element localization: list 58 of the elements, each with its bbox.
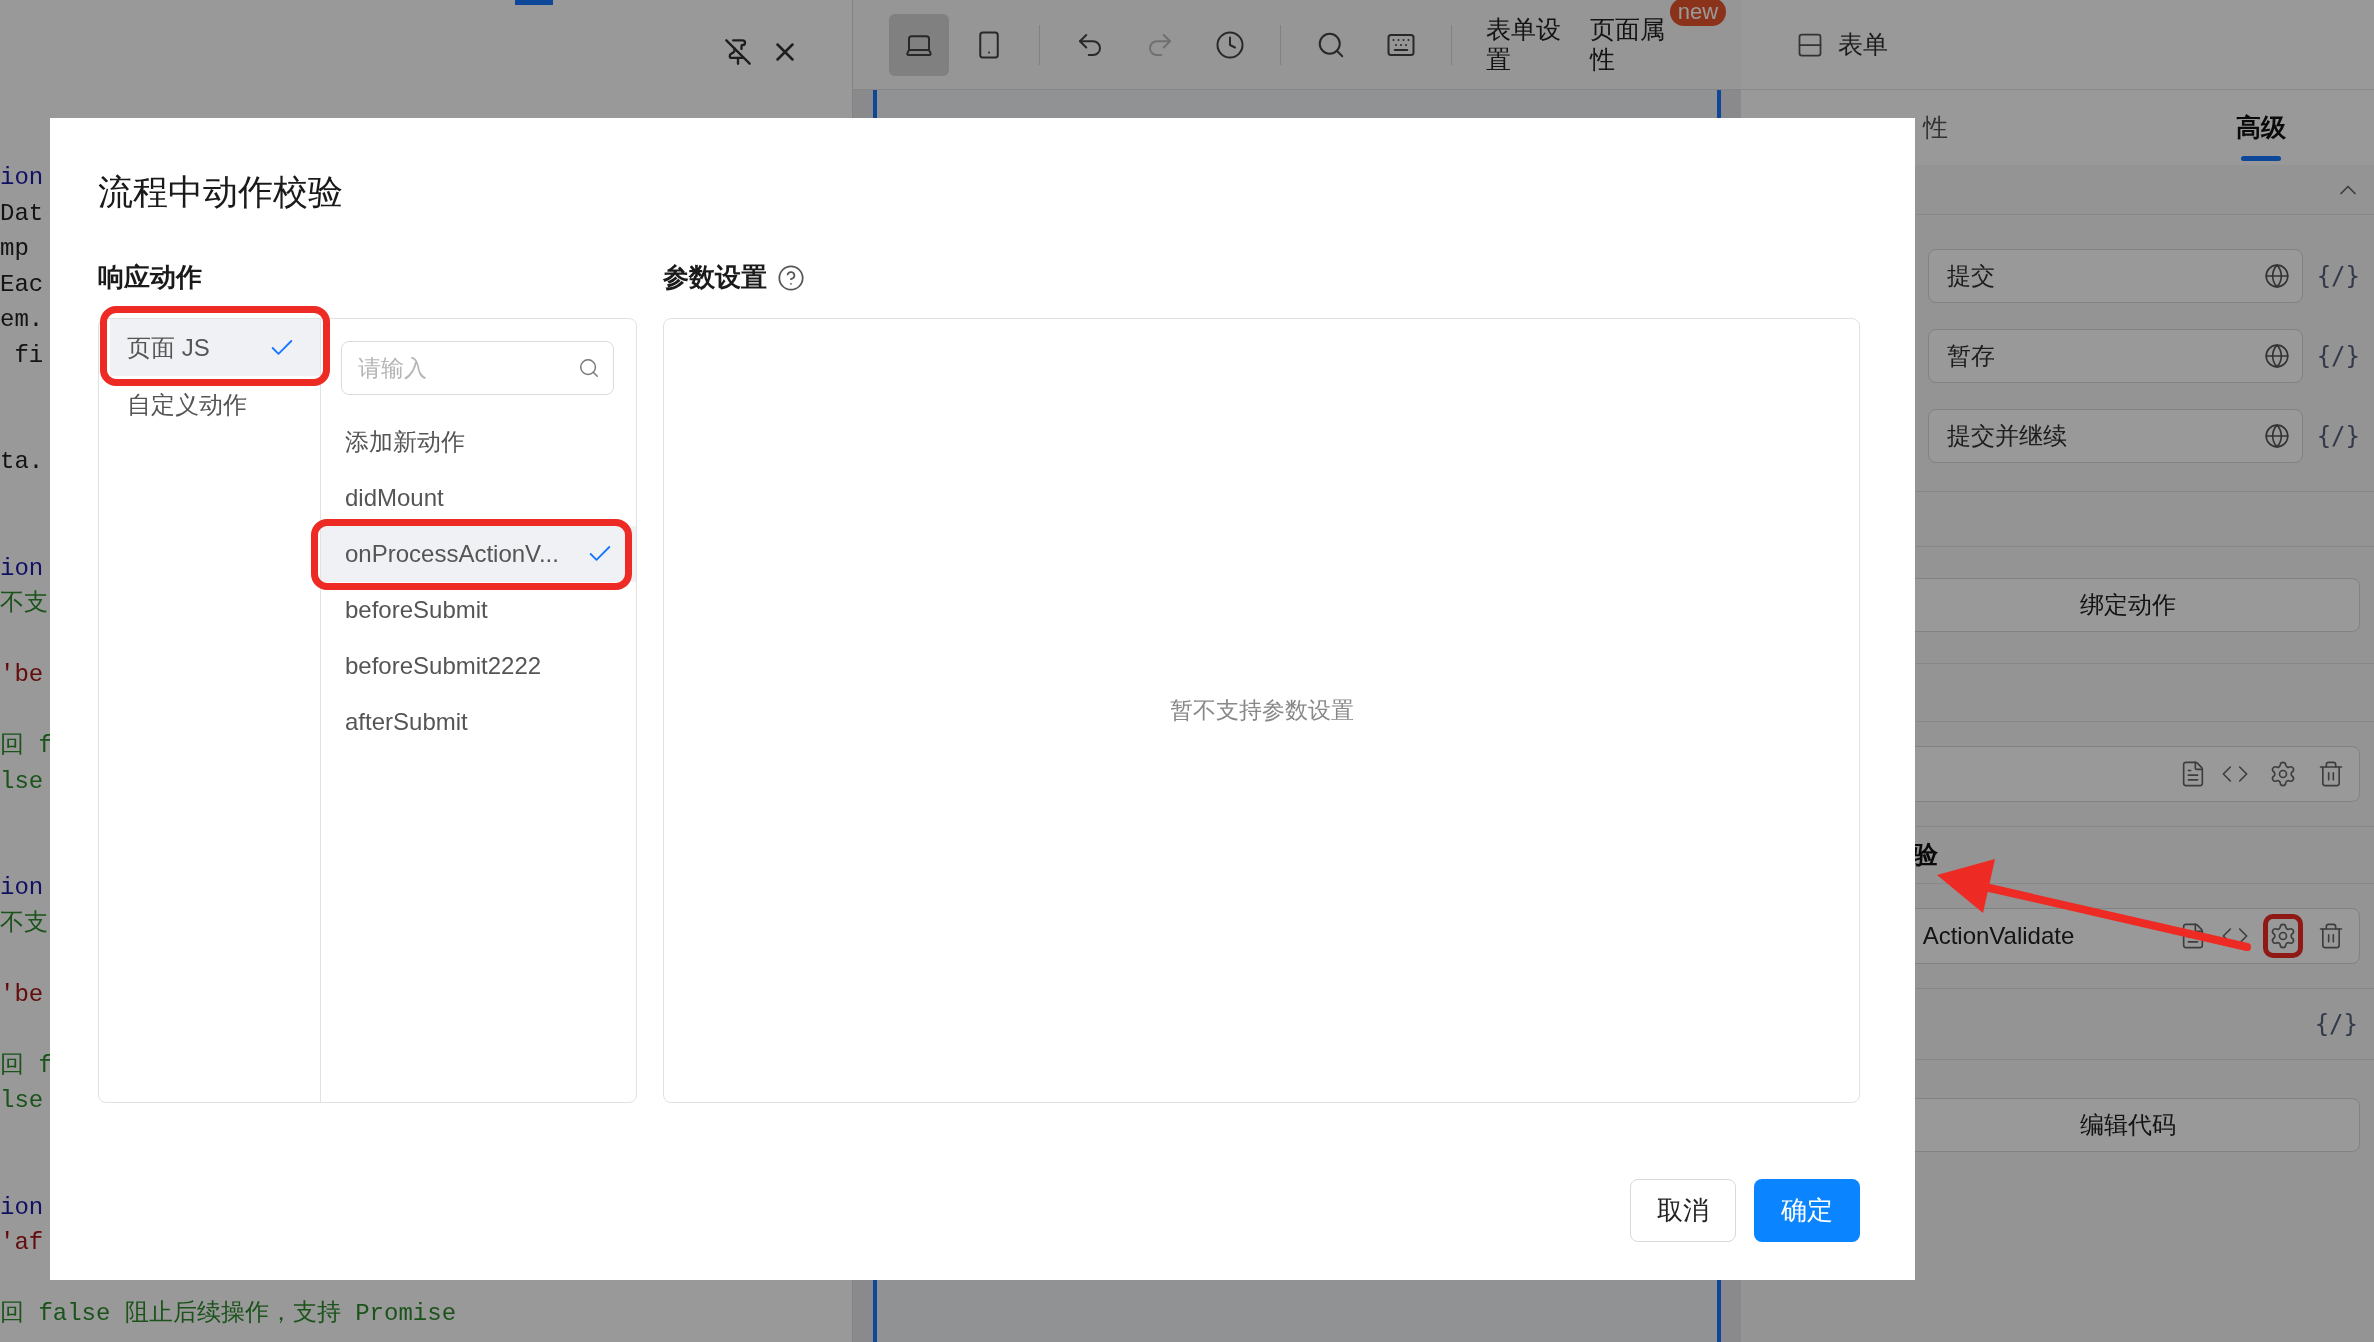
text-field[interactable]: 提交 <box>1927 249 2303 303</box>
code-toggle[interactable]: {/} <box>2314 1006 2358 1042</box>
action-item[interactable]: beforeSubmit <box>321 582 636 638</box>
code-line: ta. <box>0 448 44 475</box>
globe-icon[interactable] <box>2263 423 2290 449</box>
section-label: 参数设置 <box>663 261 767 294</box>
toolbar-button[interactable] <box>888 13 949 76</box>
code-line: Dat <box>0 199 44 227</box>
category-item[interactable]: 自定义动作 <box>110 376 320 433</box>
action-item[interactable]: beforeSubmit2222 <box>321 638 636 694</box>
action-item[interactable]: onProcessActionV... <box>321 526 636 582</box>
confirm-button[interactable]: 确定 <box>1754 1179 1860 1242</box>
panel-tab[interactable]: 高级 <box>2148 90 2374 165</box>
clock-icon <box>1214 29 1245 60</box>
dialog-title: 流程中动作校验 <box>98 172 343 211</box>
code-line: 'be <box>0 980 44 1008</box>
code-line: 'af <box>0 1229 44 1256</box>
globe-icon[interactable] <box>2263 343 2290 369</box>
text-field[interactable]: 提交并继续 <box>1927 409 2303 463</box>
code-line: fi <box>13 341 44 369</box>
settings-icon[interactable] <box>2269 760 2297 788</box>
code-line: 回 false 阻止后续操作，支持 Promise <box>0 1300 457 1327</box>
code-toggle[interactable]: {/} <box>2316 258 2360 294</box>
code-line: ion <box>0 1193 44 1221</box>
code-line: lse <box>0 767 44 795</box>
code-line: em. <box>0 306 44 333</box>
globe-icon[interactable] <box>2263 263 2290 289</box>
category-item[interactable]: 页面 JS <box>110 319 320 376</box>
code-line: mp <box>0 235 29 262</box>
unpin-icon[interactable] <box>723 38 752 66</box>
code-line: Eac <box>0 270 44 298</box>
settings-icon[interactable] <box>2269 922 2297 950</box>
code-line: lse <box>0 1087 44 1114</box>
toolbar-text-button[interactable]: 表单设置 <box>1485 14 1566 74</box>
code-line: ion <box>0 554 44 582</box>
text-field[interactable]: 暂存 <box>1927 329 2303 383</box>
search-icon <box>578 357 600 379</box>
section-label: 响应动作 <box>98 261 203 294</box>
search-field[interactable]: 请输入 <box>341 341 614 395</box>
code-line: 'be <box>0 661 44 688</box>
code-line: 不支 <box>0 590 48 617</box>
code-toggle[interactable]: {/} <box>2316 418 2360 454</box>
toolbar-text-button[interactable]: 页面属性 <box>1589 14 1670 74</box>
code-line: ion <box>0 874 44 901</box>
new-badge: new <box>1669 0 1727 26</box>
tab-indicator <box>515 0 553 5</box>
action-item[interactable]: 添加新动作 <box>321 414 636 470</box>
help-icon[interactable] <box>777 263 805 292</box>
panel-tab[interactable]: 性 <box>1740 90 2149 165</box>
trash-icon[interactable] <box>2317 760 2345 788</box>
code-toggle[interactable]: {/} <box>2316 338 2360 374</box>
trash-icon[interactable] <box>2317 922 2345 950</box>
code-line: ion <box>0 164 44 191</box>
cancel-button[interactable]: 取消 <box>1630 1179 1736 1242</box>
panel-title: 表单 <box>1837 28 1888 60</box>
code-line: 不支 <box>0 909 48 937</box>
empty-message: 暂不支持参数设置 <box>1169 696 1354 726</box>
action-item[interactable]: afterSubmit <box>321 694 636 750</box>
